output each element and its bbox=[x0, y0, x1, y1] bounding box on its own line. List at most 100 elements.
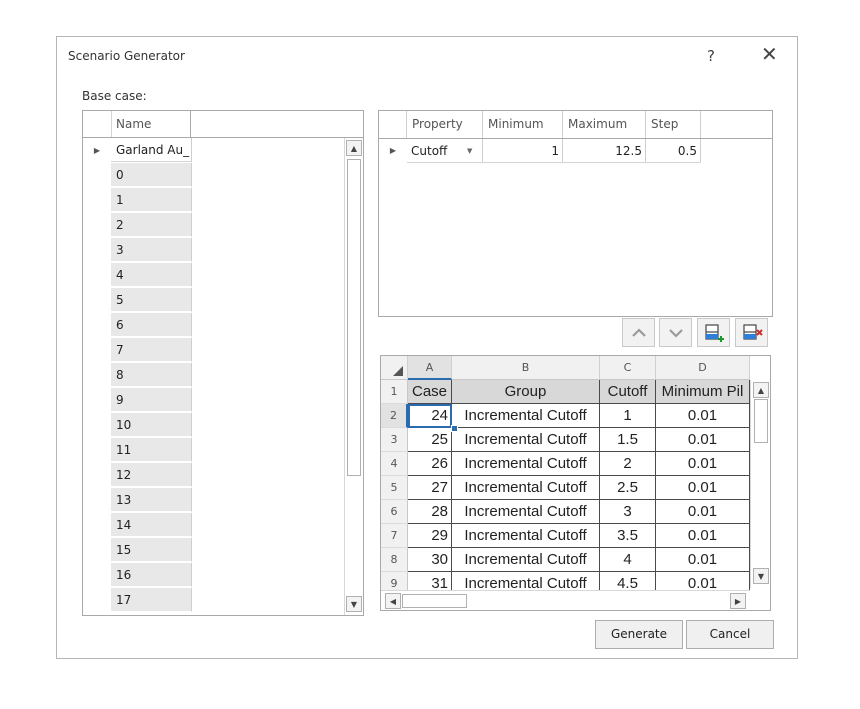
name-cell[interactable]: 10 bbox=[111, 413, 192, 437]
minimum-cell[interactable]: 0.01 bbox=[656, 500, 750, 524]
cutoff-cell[interactable]: 2 bbox=[600, 452, 656, 476]
base-case-row[interactable]: 13 bbox=[83, 488, 345, 513]
move-up-button[interactable] bbox=[622, 318, 655, 347]
base-case-row[interactable]: 12 bbox=[83, 463, 345, 488]
name-cell[interactable]: 14 bbox=[111, 513, 192, 537]
sheet-header-cell[interactable]: Minimum Pil bbox=[656, 380, 750, 404]
column-header-maximum[interactable]: Maximum bbox=[563, 111, 646, 138]
base-case-row[interactable]: 14 bbox=[83, 513, 345, 538]
maximum-cell[interactable]: 12.5 bbox=[563, 139, 646, 163]
scroll-thumb[interactable] bbox=[402, 594, 467, 608]
row-header[interactable]: 8 bbox=[381, 548, 408, 572]
column-header-a[interactable]: A bbox=[408, 356, 452, 380]
minimum-cell[interactable]: 0.01 bbox=[656, 428, 750, 452]
name-cell[interactable]: 1 bbox=[111, 188, 192, 212]
step-cell[interactable]: 0.5 bbox=[646, 139, 701, 163]
column-header-minimum[interactable]: Minimum bbox=[483, 111, 563, 138]
move-down-button[interactable] bbox=[659, 318, 692, 347]
base-case-scrollbar[interactable]: ▲ ▼ bbox=[344, 138, 363, 615]
base-case-row[interactable]: 11 bbox=[83, 438, 345, 463]
generate-button[interactable]: Generate bbox=[595, 620, 683, 649]
row-header[interactable]: 6 bbox=[381, 500, 408, 524]
minimum-cell[interactable]: 0.01 bbox=[656, 476, 750, 500]
cancel-button[interactable]: Cancel bbox=[686, 620, 774, 649]
base-case-row[interactable]: 15 bbox=[83, 538, 345, 563]
case-cell[interactable]: 29 bbox=[408, 524, 452, 548]
base-case-row[interactable]: 0 bbox=[83, 163, 345, 188]
column-header-b[interactable]: B bbox=[452, 356, 600, 380]
scroll-left-icon[interactable]: ◀ bbox=[385, 593, 401, 609]
base-case-row[interactable]: 4 bbox=[83, 263, 345, 288]
sheet-vertical-scrollbar[interactable]: ▲ ▼ bbox=[750, 380, 770, 588]
column-header-property[interactable]: Property bbox=[407, 111, 483, 138]
help-button[interactable]: ? bbox=[707, 47, 715, 65]
select-all-corner[interactable] bbox=[381, 356, 408, 380]
minimum-cell[interactable]: 0.01 bbox=[656, 548, 750, 572]
cutoff-cell[interactable]: 4 bbox=[600, 548, 656, 572]
group-cell[interactable]: Incremental Cutoff bbox=[452, 476, 600, 500]
name-cell[interactable]: 16 bbox=[111, 563, 192, 587]
row-header[interactable]: 1 bbox=[381, 380, 408, 404]
case-cell[interactable]: 28 bbox=[408, 500, 452, 524]
name-cell[interactable]: 8 bbox=[111, 363, 192, 387]
case-cell[interactable]: 26 bbox=[408, 452, 452, 476]
base-case-row[interactable]: 9 bbox=[83, 388, 345, 413]
case-cell[interactable]: 24 bbox=[408, 404, 452, 428]
minimum-cell[interactable]: 0.01 bbox=[656, 404, 750, 428]
property-dropdown[interactable]: Cutoff ▼ bbox=[407, 139, 483, 163]
scroll-down-icon[interactable]: ▼ bbox=[753, 568, 769, 584]
column-header-name[interactable]: Name bbox=[111, 111, 191, 137]
cutoff-cell[interactable]: 3 bbox=[600, 500, 656, 524]
row-header[interactable]: 7 bbox=[381, 524, 408, 548]
delete-row-button[interactable] bbox=[735, 318, 768, 347]
base-case-row[interactable]: 16 bbox=[83, 563, 345, 588]
base-case-row[interactable]: 2 bbox=[83, 213, 345, 238]
base-case-row[interactable]: 8 bbox=[83, 363, 345, 388]
group-cell[interactable]: Incremental Cutoff bbox=[452, 548, 600, 572]
base-case-row[interactable]: 6 bbox=[83, 313, 345, 338]
case-cell[interactable]: 30 bbox=[408, 548, 452, 572]
base-case-row[interactable]: 17 bbox=[83, 588, 345, 613]
name-cell[interactable]: 13 bbox=[111, 488, 192, 512]
name-cell[interactable]: 6 bbox=[111, 313, 192, 337]
base-case-row[interactable]: 7 bbox=[83, 338, 345, 363]
minimum-cell[interactable]: 0.01 bbox=[656, 452, 750, 476]
cutoff-cell[interactable]: 3.5 bbox=[600, 524, 656, 548]
base-case-row[interactable]: ▶ Garland Au_ bbox=[83, 138, 345, 163]
dropdown-arrow-icon[interactable]: ▼ bbox=[467, 139, 472, 163]
sheet-header-cell[interactable]: Group bbox=[452, 380, 600, 404]
case-cell[interactable]: 27 bbox=[408, 476, 452, 500]
column-header-d[interactable]: D bbox=[656, 356, 750, 380]
name-cell[interactable]: 0 bbox=[111, 163, 192, 187]
minimum-cell[interactable]: 1 bbox=[483, 139, 563, 163]
scroll-thumb[interactable] bbox=[347, 159, 361, 476]
scroll-up-icon[interactable]: ▲ bbox=[346, 140, 362, 156]
base-case-row[interactable]: 3 bbox=[83, 238, 345, 263]
scroll-up-icon[interactable]: ▲ bbox=[753, 382, 769, 398]
fill-handle[interactable] bbox=[451, 425, 458, 432]
row-header[interactable]: 4 bbox=[381, 452, 408, 476]
name-cell[interactable]: Garland Au_ bbox=[111, 138, 192, 162]
cutoff-cell[interactable]: 2.5 bbox=[600, 476, 656, 500]
name-cell[interactable]: 15 bbox=[111, 538, 192, 562]
close-button[interactable]: ✕ bbox=[761, 43, 778, 65]
case-cell[interactable]: 25 bbox=[408, 428, 452, 452]
minimum-cell[interactable]: 0.01 bbox=[656, 524, 750, 548]
name-cell[interactable]: 9 bbox=[111, 388, 192, 412]
sheet-horizontal-scrollbar[interactable]: ◀ ▶ bbox=[381, 590, 750, 610]
scroll-down-icon[interactable]: ▼ bbox=[346, 596, 362, 612]
sheet-header-cell[interactable]: Cutoff bbox=[600, 380, 656, 404]
sheet-header-cell[interactable]: Case bbox=[408, 380, 452, 404]
base-case-row[interactable]: 5 bbox=[83, 288, 345, 313]
group-cell[interactable]: Incremental Cutoff bbox=[452, 428, 600, 452]
base-case-row[interactable]: 1 bbox=[83, 188, 345, 213]
group-cell[interactable]: Incremental Cutoff bbox=[452, 500, 600, 524]
name-cell[interactable]: 12 bbox=[111, 463, 192, 487]
row-header[interactable]: 3 bbox=[381, 428, 408, 452]
column-header-c[interactable]: C bbox=[600, 356, 656, 380]
scroll-thumb[interactable] bbox=[754, 399, 768, 443]
name-cell[interactable]: 3 bbox=[111, 238, 192, 262]
row-header[interactable]: 5 bbox=[381, 476, 408, 500]
name-cell[interactable]: 17 bbox=[111, 588, 192, 612]
name-cell[interactable]: 4 bbox=[111, 263, 192, 287]
